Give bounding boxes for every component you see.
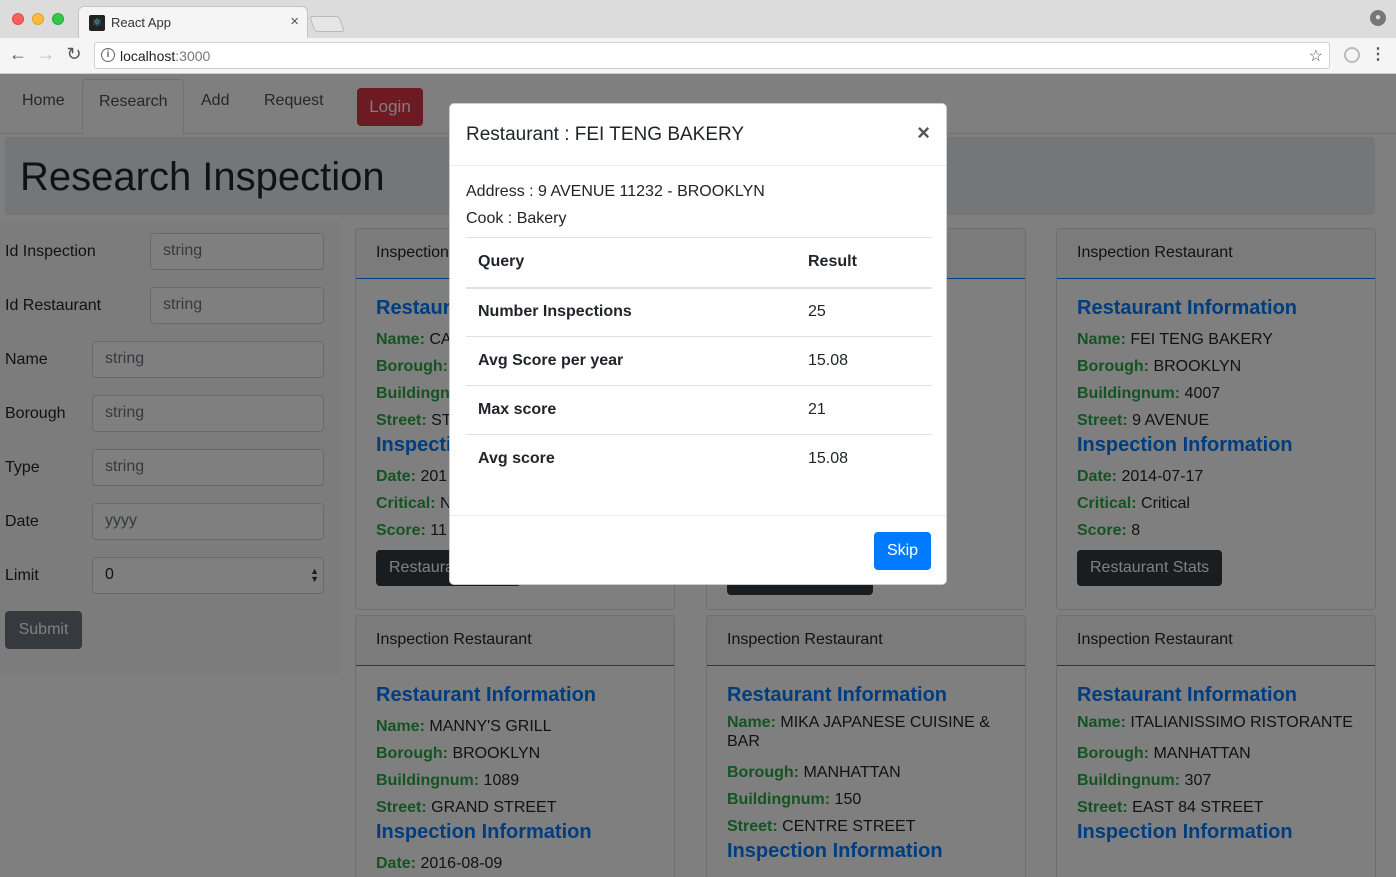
close-window-button[interactable] xyxy=(12,13,24,25)
address-bar[interactable]: i localhost:3000 ☆ xyxy=(94,42,1330,69)
forward-icon[interactable]: → xyxy=(34,44,58,65)
browser-toolbar: ← → ↻ i localhost:3000 ☆ ⋮ xyxy=(0,38,1396,74)
tab-title: React App xyxy=(111,15,171,30)
modal-address: Address : 9 AVENUE 11232 - BROOKLYN xyxy=(466,183,765,200)
url-port: :3000 xyxy=(175,48,211,64)
result-cell: 25 xyxy=(796,287,932,337)
modal-cook: Cook : Bakery xyxy=(466,210,567,227)
query-cell: Avg score xyxy=(466,434,796,484)
reload-icon[interactable]: ↻ xyxy=(62,44,86,65)
result-cell: 21 xyxy=(796,385,932,435)
new-tab-button[interactable] xyxy=(309,16,345,32)
modal-header: Restaurant : FEI TENG BAKERY × xyxy=(450,104,946,166)
query-cell: Avg Score per year xyxy=(466,336,796,386)
modal-title: Restaurant : FEI TENG BAKERY xyxy=(466,124,745,145)
table-row: Number Inspections 25 xyxy=(466,287,932,337)
browser-tab[interactable]: ⚛ React App × xyxy=(78,6,308,38)
url-host: localhost xyxy=(120,48,176,64)
react-icon: ⚛ xyxy=(89,15,105,31)
maximize-window-button[interactable] xyxy=(52,13,64,25)
column-header-result: Result xyxy=(796,237,932,289)
menu-dots-icon[interactable]: ⋮ xyxy=(1370,44,1386,64)
bookmark-star-icon[interactable]: ☆ xyxy=(1309,46,1323,66)
stats-table: Query Result Number Inspections 25 Avg S… xyxy=(466,237,932,484)
query-cell: Number Inspections xyxy=(466,287,796,337)
query-cell: Max score xyxy=(466,385,796,435)
table-row: Avg Score per year 15.08 xyxy=(466,336,932,386)
tab-close-icon[interactable]: × xyxy=(290,13,299,30)
skip-button[interactable]: Skip xyxy=(874,532,931,570)
minimize-window-button[interactable] xyxy=(32,13,44,25)
extension-icon[interactable] xyxy=(1344,47,1360,63)
column-header-query: Query xyxy=(466,237,796,289)
back-icon[interactable]: ← xyxy=(6,44,30,65)
modal-footer: Skip xyxy=(450,515,946,584)
result-cell: 15.08 xyxy=(796,434,932,484)
browser-tab-bar: ⚛ React App × ● xyxy=(0,0,1396,38)
result-cell: 15.08 xyxy=(796,336,932,386)
restaurant-stats-modal: Restaurant : FEI TENG BAKERY × Address :… xyxy=(449,103,947,585)
close-icon[interactable]: × xyxy=(917,120,930,146)
info-icon[interactable]: i xyxy=(101,48,115,62)
profile-icon[interactable]: ● xyxy=(1370,10,1386,26)
url-text: localhost:3000 xyxy=(120,48,210,64)
table-row: Avg score 15.08 xyxy=(466,434,932,484)
table-row: Max score 21 xyxy=(466,385,932,435)
table-header-row: Query Result xyxy=(466,237,932,289)
